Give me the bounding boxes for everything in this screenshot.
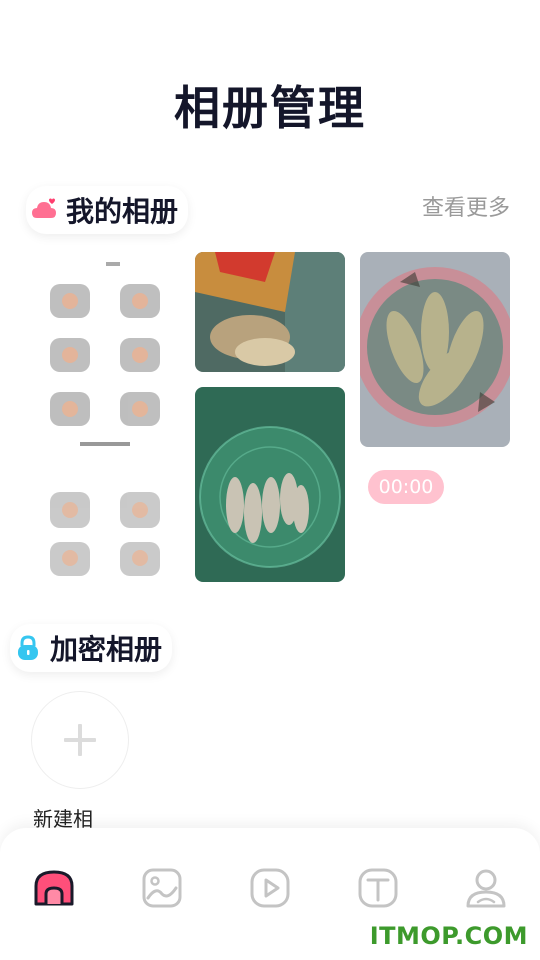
my-albums-pill: 我的相册: [26, 186, 189, 234]
encrypted-albums-header: 加密相册: [10, 624, 173, 672]
encrypted-albums-pill: 加密相册: [10, 624, 173, 672]
view-more-link[interactable]: 查看更多: [422, 190, 510, 222]
album-photo-2[interactable]: [195, 252, 345, 372]
my-albums-label: 我的相册: [66, 195, 179, 228]
lock-icon: [18, 635, 38, 660]
album-photo-3[interactable]: [195, 387, 345, 582]
play-icon[interactable]: [248, 866, 292, 910]
photo-icon[interactable]: [140, 866, 184, 910]
cloud-heart-icon: [32, 198, 56, 218]
page-title: 相册管理: [174, 81, 366, 135]
album-photo-video[interactable]: [360, 252, 510, 447]
fish-boat-image: [195, 252, 345, 372]
plus-icon: [64, 724, 96, 756]
fish-bucket-image: [360, 252, 510, 447]
album-photo-cover-1[interactable]: [30, 252, 180, 582]
sticker-sheet-image: [50, 262, 160, 576]
encrypted-albums-label: 加密相册: [50, 633, 163, 666]
profile-icon[interactable]: [464, 866, 508, 910]
fish-net-image: [195, 387, 345, 582]
home-icon[interactable]: [32, 866, 76, 910]
new-album-button[interactable]: [31, 691, 129, 789]
video-duration-badge: 00:00: [368, 470, 444, 504]
site-watermark: ITMOP.COM: [369, 922, 528, 950]
my-albums-header: 我的相册: [26, 186, 189, 234]
text-icon[interactable]: [356, 866, 400, 910]
